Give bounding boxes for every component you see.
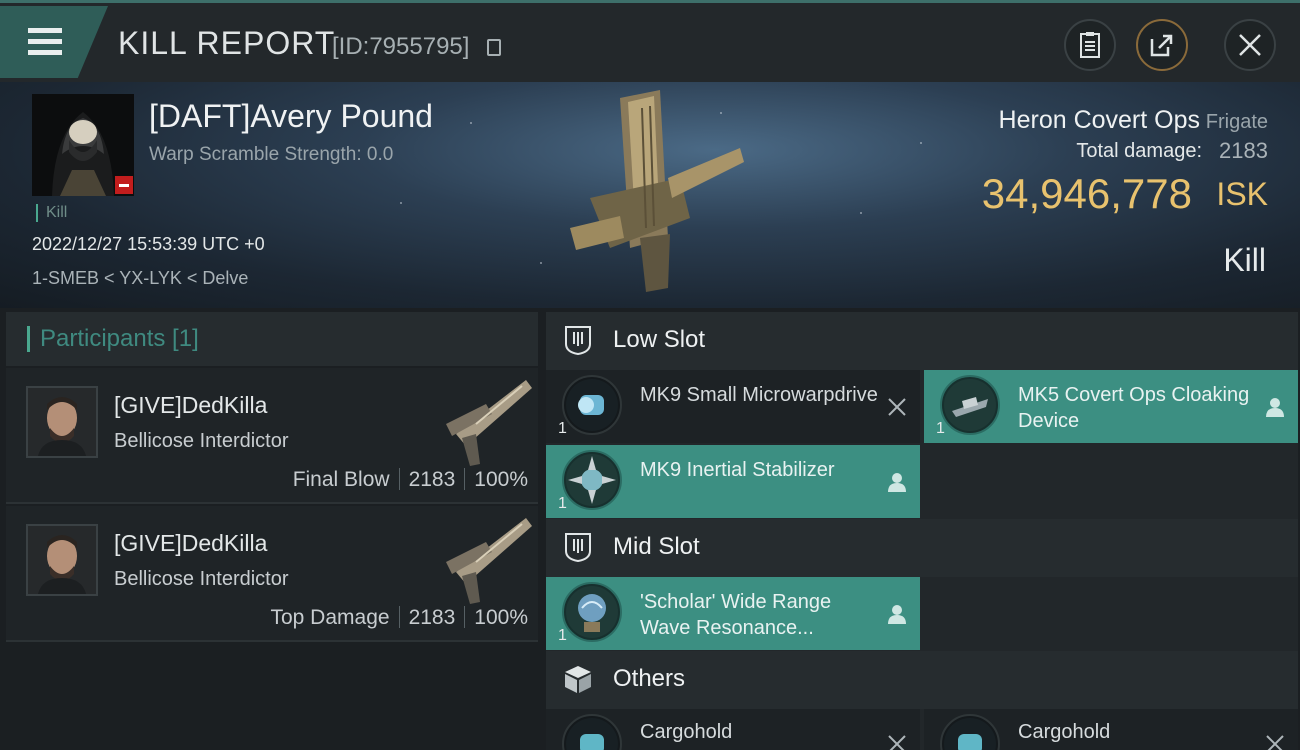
mid-slot-header: Mid Slot xyxy=(546,519,1298,577)
kill-location[interactable]: 1-SMEB < YX-LYK < Delve xyxy=(32,268,248,289)
participant-stats: Final Blow 2183 100% xyxy=(293,468,528,492)
participant-name[interactable]: [GIVE]DedKilla xyxy=(114,392,267,419)
microwarpdrive-icon xyxy=(562,375,622,435)
fitting-item[interactable]: 1 'Scholar' Wide Range Wave Resonance... xyxy=(546,577,920,650)
participant-stats: Top Damage 2183 100% xyxy=(270,606,528,630)
participant-role: Final Blow xyxy=(292,468,390,491)
participant-role: Top Damage xyxy=(270,606,390,629)
share-icon xyxy=(1150,34,1173,57)
isk-value: 34,946,778 xyxy=(981,170,1192,217)
item-name: Cargohold xyxy=(640,721,733,743)
item-quantity: 1 xyxy=(558,420,567,437)
kill-datetime: 2022/12/27 15:53:39 UTC +0 xyxy=(32,234,265,254)
victim-name[interactable]: [DAFT]Avery Pound xyxy=(149,98,433,135)
report-id: [ID:7955795] xyxy=(332,33,470,60)
close-button[interactable] xyxy=(1224,19,1276,71)
mid-slot-icon xyxy=(565,533,591,563)
victim-ship-name[interactable]: Heron Covert Ops xyxy=(999,106,1200,135)
inertial-stabilizer-icon xyxy=(562,450,622,510)
clipboard-icon xyxy=(1080,32,1100,58)
participant-ship-image xyxy=(446,380,532,466)
item-quantity: 1 xyxy=(558,627,567,644)
cargohold-icon xyxy=(940,714,1000,750)
hostile-status-icon xyxy=(115,176,133,194)
participant-avatar[interactable] xyxy=(26,386,98,458)
header-bar: KILL REPORT [ID:7955795] xyxy=(0,0,1300,82)
low-slot-icon xyxy=(565,326,591,356)
participant-ship: Bellicose Interdictor xyxy=(114,430,289,452)
fitting-item[interactable]: 1 MK5 Covert Ops Cloaking Device xyxy=(924,370,1298,443)
participant-ship: Bellicose Interdictor xyxy=(114,568,289,590)
cloaking-device-icon xyxy=(940,375,1000,435)
victim-ship-class: Frigate xyxy=(1205,111,1268,133)
fitting-item[interactable]: Cargohold xyxy=(924,709,1298,750)
copy-icon[interactable] xyxy=(487,39,501,56)
total-damage-label: Total damage: xyxy=(1076,140,1202,162)
participant-card[interactable]: [GIVE]DedKilla Bellicose Interdictor Top… xyxy=(6,506,538,642)
item-name: 'Scholar' Wide Range Wave Resonance... xyxy=(640,591,832,639)
item-name: MK9 Inertial Stabilizer xyxy=(640,459,835,481)
destroyed-icon xyxy=(1266,735,1284,750)
item-name: Cargohold xyxy=(1018,721,1111,743)
kill-tag: Kill xyxy=(36,204,67,222)
item-quantity: 1 xyxy=(558,495,567,512)
total-damage-value: 2183 xyxy=(1219,138,1268,163)
low-slot-header: Low Slot xyxy=(546,312,1298,370)
participant-card[interactable]: [GIVE]DedKilla Bellicose Interdictor Fin… xyxy=(6,368,538,504)
hamburger-icon xyxy=(28,28,62,33)
warp-scramble-strength: Warp Scramble Strength: 0.0 xyxy=(149,144,394,165)
others-label: Others xyxy=(613,665,686,692)
participant-percent: 100% xyxy=(474,468,528,491)
participant-name[interactable]: [GIVE]DedKilla xyxy=(114,530,267,557)
clipboard-button[interactable] xyxy=(1064,19,1116,71)
mid-slot-label: Mid Slot xyxy=(613,533,700,560)
wave-resonance-icon xyxy=(562,582,622,642)
cube-icon xyxy=(565,666,591,693)
fitting-item[interactable]: 1 MK9 Inertial Stabilizer xyxy=(546,445,920,518)
participant-ship-image xyxy=(446,518,532,604)
participant-percent: 100% xyxy=(474,606,528,629)
page-title: KILL REPORT xyxy=(118,25,336,61)
participant-damage: 2183 xyxy=(408,606,456,629)
participant-damage: 2183 xyxy=(408,468,456,491)
victim-ship-image[interactable] xyxy=(550,88,750,298)
item-name: MK5 Covert Ops Cloaking Device xyxy=(1018,384,1250,432)
share-button[interactable] xyxy=(1136,19,1188,71)
destroyed-icon xyxy=(888,398,906,416)
dropped-person-icon xyxy=(888,605,906,624)
dropped-person-icon xyxy=(888,473,906,492)
others-header: Others xyxy=(546,651,1298,709)
isk-unit: ISK xyxy=(1216,176,1268,212)
participant-avatar[interactable] xyxy=(26,524,98,596)
item-quantity: 1 xyxy=(936,420,945,437)
kill-result: Kill xyxy=(1223,242,1266,278)
item-name: MK9 Small Microwarpdrive xyxy=(640,384,878,406)
close-icon xyxy=(1239,34,1261,56)
destroyed-icon xyxy=(888,735,906,750)
low-slot-label: Low Slot xyxy=(613,326,706,353)
fitting-item[interactable]: Cargohold xyxy=(546,709,920,750)
fitting-item[interactable]: 1 MK9 Small Microwarpdrive xyxy=(546,370,920,443)
cargohold-icon xyxy=(562,714,622,750)
kill-summary-panel: [DAFT]Avery Pound Warp Scramble Strength… xyxy=(0,82,1300,308)
participants-header: Participants [1] xyxy=(6,312,538,366)
dropped-person-icon xyxy=(1266,398,1284,417)
participants-title: Participants [1] xyxy=(40,325,199,352)
menu-button[interactable] xyxy=(0,6,108,78)
